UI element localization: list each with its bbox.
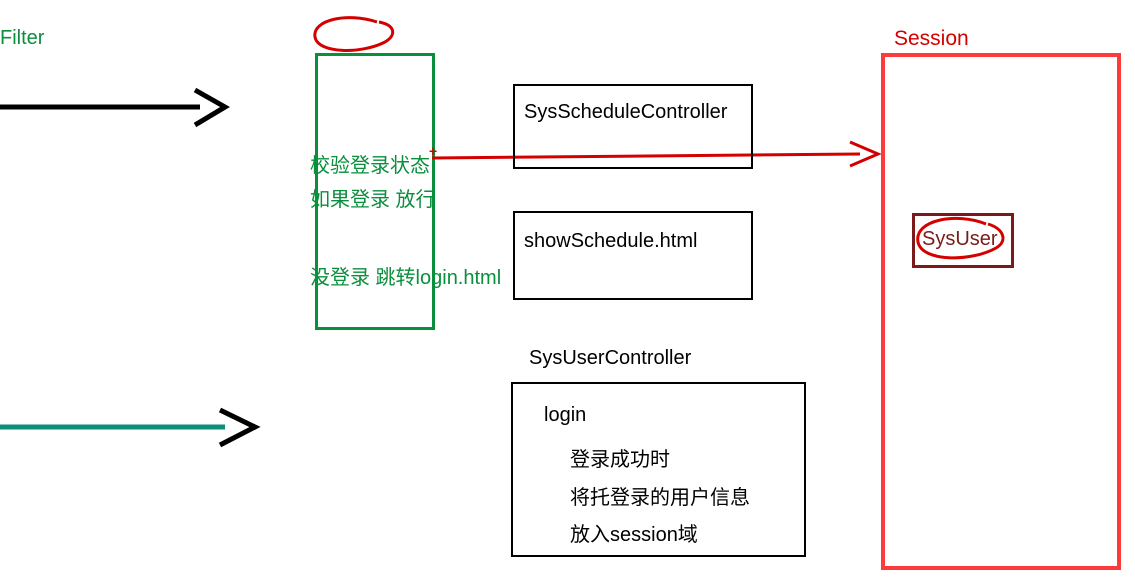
login-label: login	[544, 404, 586, 427]
filter-line-2: 如果登录 放行	[310, 183, 436, 212]
sysschedulecontroller-box	[513, 84, 753, 169]
showschedule-box	[513, 211, 753, 300]
incoming-arrow-bottom	[0, 405, 285, 455]
filter-line-1: 校验登录状态	[310, 149, 430, 178]
showschedule-label: showSchedule.html	[524, 230, 697, 253]
sysschedulecontroller-label: SysScheduleController	[524, 101, 727, 124]
login-note-2: 将托登录的用户信息	[570, 481, 750, 510]
login-note-3: 放入session域	[570, 518, 698, 547]
login-note-1: 登录成功时	[570, 443, 670, 472]
annotation-circle-sysuser	[906, 214, 1016, 269]
session-title: Session	[894, 27, 969, 51]
filter-line-3: 没登录 跳转login.html	[310, 261, 501, 290]
annotation-circle-filter	[307, 12, 402, 57]
incoming-arrow-top	[0, 85, 250, 135]
filter-title: Filter	[0, 27, 44, 50]
sysusercontroller-title: SysUserController	[529, 347, 691, 370]
session-box	[881, 53, 1121, 570]
